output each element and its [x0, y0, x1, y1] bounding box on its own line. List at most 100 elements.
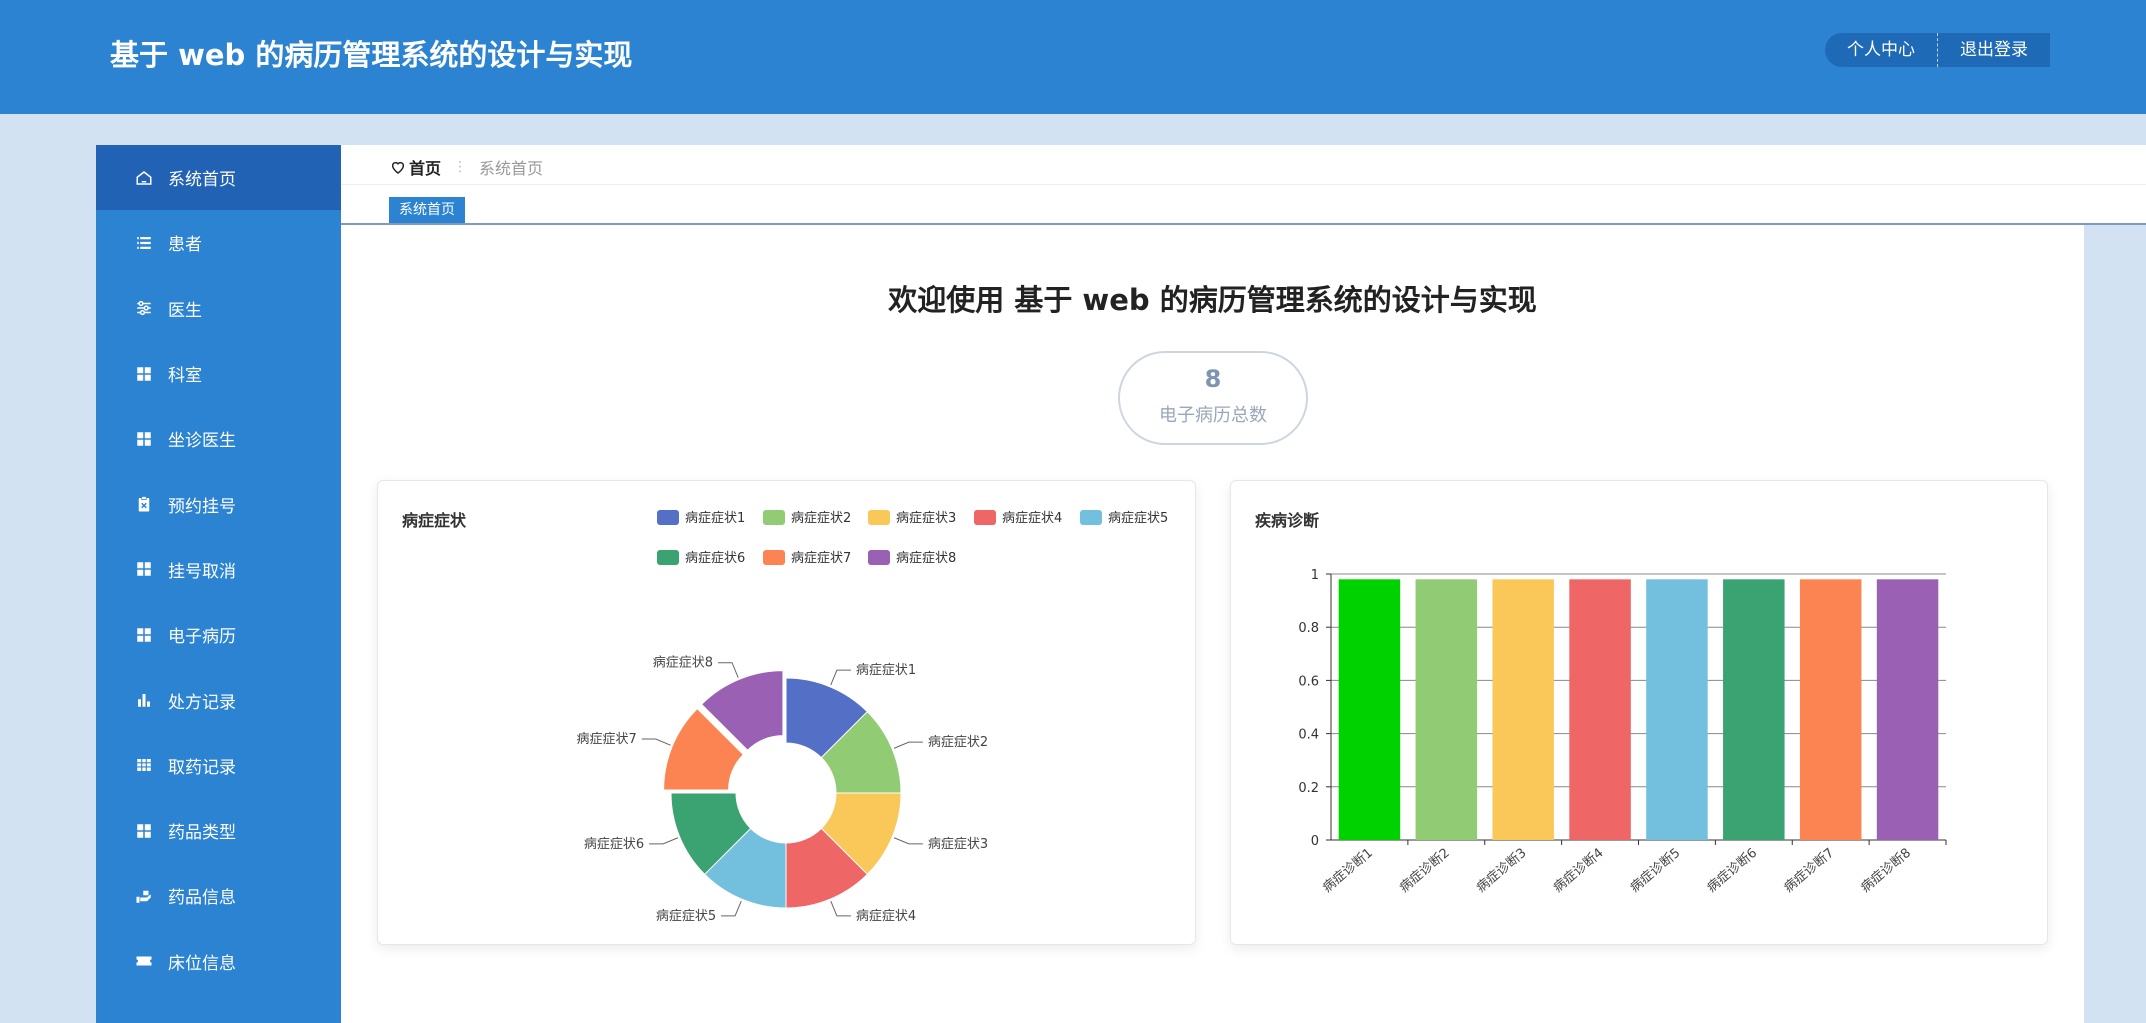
breadcrumb-home[interactable]: 首页: [390, 155, 441, 179]
legend-label[interactable]: 病症症状6: [685, 551, 745, 566]
sidebar-item-label: 系统首页: [168, 170, 236, 191]
x-tick-label: 病症诊断3: [1474, 846, 1530, 896]
sidebar-item-label: 床位信息: [168, 953, 236, 974]
sidebar-item-11[interactable]: 药品类型: [96, 798, 341, 863]
diagnosis-chart-title: 疾病诊断: [1255, 511, 1320, 530]
sidebar-item-13[interactable]: 床位信息: [96, 929, 341, 994]
sliders-icon: [134, 298, 154, 318]
stat-card: 8 电子病历总数: [1118, 351, 1308, 445]
legend-swatch[interactable]: [974, 510, 996, 525]
legend-label[interactable]: 病症症状7: [791, 551, 851, 566]
pie-label: 病症症状4: [856, 909, 916, 924]
list-icon: [134, 233, 154, 253]
pie-label: 病症症状8: [653, 656, 713, 671]
sidebar-item-6[interactable]: 预约挂号: [96, 471, 341, 536]
y-tick-label: 0.6: [1298, 674, 1319, 689]
symptom-pie-chart: 病症症状1 病症症状2 病症症状3 病症症状4 病症症状5 病症症状6 病症症状7 病症症状8…: [576, 510, 1168, 924]
bar[interactable]: [1723, 579, 1785, 840]
bar[interactable]: [1646, 579, 1708, 840]
x-tick-label: 病症诊断6: [1704, 846, 1760, 896]
heart-icon: [391, 161, 405, 174]
pie-label-line: [830, 669, 851, 686]
sidebar-item-7[interactable]: 挂号取消: [96, 537, 341, 602]
sidebar-item-5[interactable]: 坐诊医生: [96, 406, 341, 471]
legend-swatch[interactable]: [763, 550, 785, 565]
x-tick-label: 病症诊断7: [1781, 846, 1837, 896]
x-tick-label: 病症诊断4: [1551, 846, 1607, 896]
sidebar-item-label: 处方记录: [168, 692, 236, 713]
legend-label[interactable]: 病症症状1: [685, 511, 745, 526]
y-tick-label: 0: [1311, 834, 1319, 849]
ticket-icon: [134, 951, 154, 971]
sidebar-item-9[interactable]: 处方记录: [96, 667, 341, 732]
sidebar-item-label: 药品类型: [168, 823, 236, 844]
home-icon: [134, 168, 154, 188]
legend-swatch[interactable]: [763, 510, 785, 525]
top-bar: 基于 web 的病历管理系统的设计与实现 个人中心 退出登录: [0, 0, 2146, 114]
y-tick-label: 0.2: [1298, 781, 1319, 796]
sidebar-item-2[interactable]: 患者: [96, 210, 341, 275]
legend-swatch[interactable]: [1080, 510, 1102, 525]
bar[interactable]: [1338, 579, 1401, 840]
legend-label[interactable]: 病症症状8: [896, 551, 956, 566]
legend-label[interactable]: 病症症状3: [896, 511, 956, 526]
grid-icon: [134, 364, 154, 384]
app-title: 基于 web 的病历管理系统的设计与实现: [110, 38, 633, 72]
legend-label[interactable]: 病症症状2: [791, 511, 851, 526]
stat-label: 电子病历总数: [1159, 405, 1267, 426]
bar[interactable]: [1415, 579, 1478, 840]
profile-button[interactable]: 个人中心: [1825, 33, 1938, 67]
bar-chart-icon: [134, 690, 154, 710]
sidebar-item-label: 坐诊医生: [168, 431, 236, 452]
sidebar-item-3[interactable]: 医生: [96, 276, 341, 341]
pie-label: 病症症状2: [928, 735, 988, 750]
y-tick-label: 0.4: [1298, 728, 1319, 743]
stat-value: 8: [1204, 365, 1222, 393]
pie-label-line: [718, 662, 739, 678]
legend-swatch[interactable]: [657, 510, 679, 525]
logout-button[interactable]: 退出登录: [1938, 33, 2050, 67]
pie-label-line: [649, 837, 679, 845]
sidebar-item-8[interactable]: 电子病历: [96, 602, 341, 667]
sidebar-item-label: 医生: [168, 300, 202, 321]
sidebar-item-label: 挂号取消: [168, 561, 236, 582]
bar[interactable]: [1492, 579, 1554, 840]
legend-swatch[interactable]: [657, 550, 679, 565]
x-tick-label: 病症诊断8: [1858, 846, 1914, 896]
legend-swatch[interactable]: [868, 550, 890, 565]
bar[interactable]: [1569, 579, 1631, 840]
pie-label-line: [893, 741, 923, 749]
x-tick-label: 病症诊断1: [1320, 846, 1376, 896]
grid-icon: [134, 429, 154, 449]
sidebar: 系统首页患者医生科室坐诊医生预约挂号挂号取消电子病历处方记录取药记录药品类型药品…: [96, 145, 341, 1023]
sidebar-item-label: 科室: [168, 366, 202, 387]
clipboard-icon: [134, 494, 154, 514]
legend-label[interactable]: 病症症状5: [1108, 511, 1168, 526]
breadcrumb-separator: ⋮: [453, 159, 468, 175]
hand-icon: [134, 886, 154, 906]
sidebar-item-label: 电子病历: [168, 627, 236, 648]
breadcrumb-current: 系统首页: [479, 159, 544, 178]
sidebar-item-4[interactable]: 科室: [96, 341, 341, 406]
bar[interactable]: [1799, 579, 1862, 840]
bar[interactable]: [1876, 579, 1939, 840]
pie-label: 病症症状3: [928, 837, 988, 852]
pie-label: 病症症状6: [584, 837, 644, 852]
legend-label[interactable]: 病症症状4: [1002, 511, 1062, 526]
sidebar-item-1[interactable]: 系统首页: [96, 145, 341, 211]
tab-bar: 系统首页: [341, 185, 2146, 225]
diagnosis-bar-chart: 0 0.2 0.4 0.6 0.8 1 病症诊断1 病症诊断2 病症诊断3 病症诊断4 病症诊断5 病…: [1298, 568, 1947, 896]
legend-swatch[interactable]: [868, 510, 890, 525]
breadcrumb-home-label: 首页: [409, 159, 442, 178]
y-tick-label: 1: [1311, 568, 1319, 583]
breadcrumb: 首页 ⋮ 系统首页: [341, 145, 2146, 185]
sidebar-item-12[interactable]: 药品信息: [96, 863, 341, 928]
sidebar-item-10[interactable]: 取药记录: [96, 733, 341, 798]
pie-label: 病症症状5: [656, 909, 716, 924]
pie-label: 病症症状1: [856, 663, 916, 678]
x-tick-label: 病症诊断5: [1628, 846, 1684, 896]
tab-home[interactable]: 系统首页: [389, 197, 465, 223]
pie-label: 病症症状7: [576, 732, 636, 747]
grid-icon: [134, 625, 154, 645]
diagnosis-chart-card: 0 0.2 0.4 0.6 0.8 1 病症诊断1 病症诊断2 病症诊断3 病症诊断4 病症诊断5 病…: [1230, 480, 2048, 945]
